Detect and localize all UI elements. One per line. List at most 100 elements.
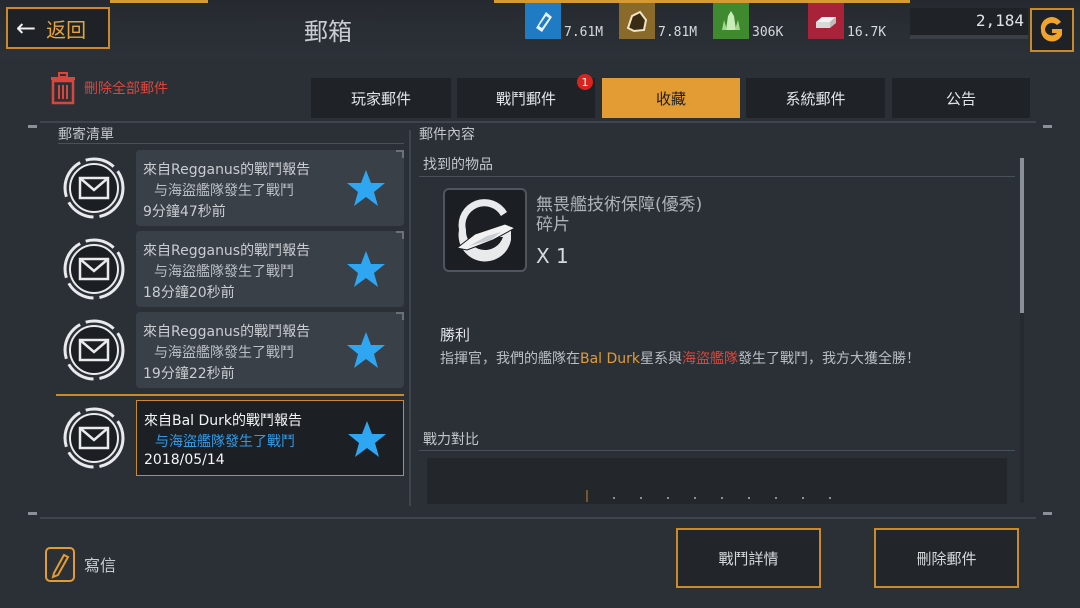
resource-crystal: 7.61M (525, 3, 604, 40)
power-comparison-label: 戰力對比 (423, 432, 479, 448)
card-corner-mark (396, 150, 404, 158)
envelope-icon (62, 156, 126, 220)
back-button[interactable]: ← 返回 (6, 7, 110, 49)
power-comparison-area (427, 458, 1007, 504)
mail-title: 來自Regganus的戰鬥報告 (143, 324, 311, 340)
frame-corner (1043, 512, 1052, 515)
message-text: 指揮官，我們的艦隊在 (440, 351, 580, 367)
favorite-star-icon[interactable] (346, 330, 386, 370)
mail-title: 來自Bal Durk的戰鬥報告 (144, 413, 303, 429)
mail-list-item[interactable]: 來自Regganus的戰鬥報告 与海盜艦隊發生了戰鬥 18分鐘20秒前 (58, 231, 404, 307)
mail-title: 來自Regganus的戰鬥報告 (143, 243, 311, 259)
resource-value: 16.7K (847, 25, 887, 40)
resource-value: 7.61M (564, 25, 604, 40)
notification-badge: 1 (577, 74, 593, 90)
content-scrollbar-thumb[interactable] (1020, 158, 1024, 313)
mail-subtitle: 与海盜艦隊發生了戰鬥 (154, 345, 294, 361)
game-logo-icon (1040, 17, 1062, 42)
ore-rock-icon (619, 3, 655, 39)
mail-list-item[interactable]: 來自Bal Durk的戰鬥報告 与海盜艦隊發生了戰鬥 2018/05/14 (58, 400, 404, 476)
delete-mail-button[interactable]: 刪除郵件 (874, 528, 1019, 588)
frame-corner (1043, 125, 1052, 128)
frame-bottom-line (40, 517, 1036, 519)
battle-details-button[interactable]: 戰鬥詳情 (676, 528, 821, 588)
favorite-star-icon[interactable] (346, 249, 386, 289)
tab-player-mail[interactable]: 玩家郵件 (311, 78, 451, 118)
battle-message: 指揮官，我們的艦隊在Bal Durk星系與海盜艦隊發生了戰鬥，我方大獲全勝！ (440, 348, 920, 368)
tab-system-mail[interactable]: 系統郵件 (746, 78, 885, 118)
resource-value: 7.81M (658, 25, 698, 40)
tab-label: 玩家郵件 (350, 89, 411, 108)
mail-subtitle: 与海盜艦隊發生了戰鬥 (154, 183, 294, 199)
tab-label: 戰鬥郵件 (495, 89, 556, 108)
tab-label: 收藏 (655, 89, 686, 108)
warship-icon (455, 199, 517, 262)
power-comparison-axis (586, 490, 831, 502)
mail-list-item[interactable]: 來自Regganus的戰鬥報告 与海盜艦隊發生了戰鬥 9分鐘47秒前 (58, 150, 404, 226)
mail-card[interactable]: 來自Bal Durk的戰鬥報告 与海盜艦隊發生了戰鬥 2018/05/14 (136, 400, 404, 476)
write-mail-label: 寫信 (84, 556, 117, 575)
credits-bar (910, 35, 1028, 39)
enemy-name: 海盜艦隊 (682, 351, 739, 367)
arrow-left-icon: ← (16, 14, 37, 42)
found-items-label: 找到的物品 (423, 157, 493, 173)
message-text: 星系與 (640, 351, 683, 367)
trash-icon (51, 72, 75, 105)
game-logo-button[interactable] (1030, 8, 1074, 52)
mail-list-item[interactable]: 來自Regganus的戰鬥報告 与海盜艦隊發生了戰鬥 19分鐘22秒前 (58, 312, 404, 388)
battle-result: 勝利 (440, 326, 471, 344)
panel-divider (409, 130, 411, 506)
mail-subtitle: 与海盜艦隊發生了戰鬥 (154, 264, 294, 280)
power-comparison-underline (419, 450, 1015, 451)
write-mail-button[interactable]: 寫信 (44, 545, 116, 583)
metal-ingot-icon (808, 3, 844, 39)
page-title: 郵箱 (304, 18, 352, 46)
resource-ore: 7.81M (619, 3, 698, 40)
delete-all-button[interactable]: 刪除全部郵件 (48, 70, 168, 106)
item-quantity: X 1 (536, 244, 569, 268)
found-items-underline (419, 176, 1015, 177)
mail-card[interactable]: 來自Regganus的戰鬥報告 与海盜艦隊發生了戰鬥 18分鐘20秒前 (136, 231, 404, 307)
envelope-icon (62, 237, 126, 301)
mail-subtitle: 与海盜艦隊發生了戰鬥 (155, 434, 295, 450)
mail-list-label: 郵寄清單 (58, 127, 114, 143)
frame-corner (28, 512, 37, 515)
tab-label: 公告 (945, 89, 976, 108)
back-label: 返回 (46, 17, 87, 42)
mail-title: 來自Regganus的戰鬥報告 (143, 162, 311, 178)
delete-all-label: 刪除全部郵件 (84, 81, 168, 97)
favorite-star-icon[interactable] (347, 419, 387, 459)
frame-top-line (40, 121, 1036, 123)
mail-list-underline (58, 143, 404, 144)
tab-label: 系統郵件 (785, 89, 846, 108)
message-text: 發生了戰鬥，我方大獲全勝！ (738, 351, 921, 367)
tab-battle-mail[interactable]: 戰鬥郵件 (457, 78, 595, 118)
mail-time: 9分鐘47秒前 (143, 204, 226, 220)
resource-green-crystal: 306K (713, 3, 783, 40)
mail-content-label: 郵件內容 (419, 127, 475, 143)
mail-card[interactable]: 來自Regganus的戰鬥報告 与海盜艦隊發生了戰鬥 19分鐘22秒前 (136, 312, 404, 388)
envelope-icon (62, 406, 126, 470)
battle-details-label: 戰鬥詳情 (718, 549, 779, 568)
card-corner-mark (396, 231, 404, 239)
credits-display: 2,184 (910, 8, 1028, 38)
tab-favorites[interactable]: 收藏 (602, 78, 740, 118)
envelope-icon (62, 318, 126, 382)
frame-corner (28, 125, 37, 128)
crystal-shard-icon (525, 3, 561, 39)
top-accent-line (110, 0, 208, 3)
delete-mail-label: 刪除郵件 (916, 549, 977, 568)
pencil-icon (45, 547, 75, 582)
tab-announcement[interactable]: 公告 (892, 78, 1030, 118)
system-name: Bal Durk (580, 351, 641, 367)
item-slot[interactable] (443, 188, 527, 272)
mail-card[interactable]: 來自Regganus的戰鬥報告 与海盜艦隊發生了戰鬥 9分鐘47秒前 (136, 150, 404, 226)
mail-time: 2018/05/14 (144, 452, 225, 468)
card-corner-mark (396, 312, 404, 320)
selected-indicator-line (56, 394, 404, 396)
item-name: 無畏艦技術保障(優秀) 碎片 (536, 195, 703, 235)
green-crystal-icon (713, 3, 749, 39)
favorite-star-icon[interactable] (346, 168, 386, 208)
mail-time: 19分鐘22秒前 (143, 366, 235, 382)
resource-metal: 16.7K (808, 3, 887, 40)
